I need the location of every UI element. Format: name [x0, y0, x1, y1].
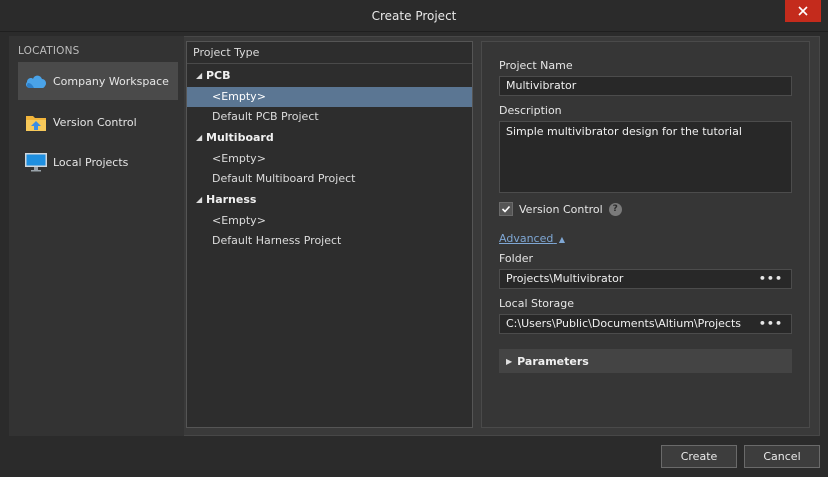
location-label: Version Control	[53, 115, 137, 129]
version-control-checkbox-row[interactable]: Version Control ?	[499, 202, 622, 216]
tree-item-default-harness-project[interactable]: Default Harness Project	[187, 231, 472, 251]
checkmark-icon	[501, 205, 511, 213]
parameters-label: Parameters	[517, 354, 589, 368]
parameters-section-header[interactable]: ▶ Parameters	[499, 349, 792, 373]
tree-group-label: Harness	[206, 193, 257, 206]
description-value: Simple multivibrator design for the tuto…	[506, 125, 742, 138]
expand-triangle-icon[interactable]: ◢	[196, 66, 202, 86]
close-icon	[798, 6, 808, 16]
tree-item-default-multiboard-project[interactable]: Default Multiboard Project	[187, 169, 472, 189]
local-storage-browse-button[interactable]: •••	[759, 315, 783, 333]
folder-value: Projects\Multivibrator	[506, 272, 624, 285]
location-label: Local Projects	[53, 155, 129, 169]
tree-group-harness[interactable]: ◢ Harness	[187, 190, 472, 210]
location-version-control[interactable]: Version Control	[18, 103, 178, 141]
title-bar: Create Project	[0, 0, 828, 32]
expand-arrow-icon: ▶	[506, 356, 513, 366]
description-textarea[interactable]: Simple multivibrator design for the tuto…	[499, 121, 792, 193]
folder-label: Folder	[499, 252, 533, 265]
cancel-button[interactable]: Cancel	[744, 445, 820, 468]
chevron-up-icon: ▲	[558, 235, 565, 244]
window-title: Create Project	[371, 9, 457, 23]
project-type-panel: Project Type ◢ PCB <Empty> Default PCB P…	[186, 41, 473, 428]
advanced-toggle-link[interactable]: Advanced ▲	[499, 232, 565, 245]
locations-sidebar: LOCATIONS Company Workspace Version Cont…	[9, 36, 184, 436]
tree-group-pcb[interactable]: ◢ PCB	[187, 66, 472, 86]
version-control-checkbox[interactable]	[499, 202, 513, 216]
project-properties-panel: Project Name Multivibrator Description S…	[481, 41, 810, 428]
monitor-icon	[23, 150, 49, 174]
project-type-header: Project Type	[187, 42, 472, 64]
tree-item-default-pcb-project[interactable]: Default PCB Project	[187, 107, 472, 127]
help-icon[interactable]: ?	[608, 202, 622, 216]
description-label: Description	[499, 104, 562, 117]
close-button[interactable]	[785, 0, 821, 22]
local-storage-value: C:\Users\Public\Documents\Altium\Project…	[506, 317, 741, 330]
advanced-label: Advanced	[499, 232, 554, 245]
version-control-label: Version Control	[519, 202, 603, 216]
folder-upload-icon	[23, 110, 49, 134]
tree-group-label: Multiboard	[206, 131, 274, 144]
locations-header: LOCATIONS	[18, 45, 80, 57]
location-company-workspace[interactable]: Company Workspace	[18, 62, 178, 100]
tree-item-harness-empty[interactable]: <Empty>	[187, 211, 472, 231]
tree-item-multiboard-empty[interactable]: <Empty>	[187, 149, 472, 169]
local-storage-label: Local Storage	[499, 297, 575, 310]
local-storage-input[interactable]: C:\Users\Public\Documents\Altium\Project…	[499, 314, 792, 334]
tree-item-pcb-empty[interactable]: <Empty>	[187, 87, 472, 107]
project-name-value: Multivibrator	[506, 79, 577, 92]
project-name-input[interactable]: Multivibrator	[499, 76, 792, 96]
cloud-icon	[23, 69, 49, 93]
create-button[interactable]: Create	[661, 445, 737, 468]
expand-triangle-icon[interactable]: ◢	[196, 190, 202, 210]
folder-browse-button[interactable]: •••	[759, 270, 783, 288]
expand-triangle-icon[interactable]: ◢	[196, 128, 202, 148]
tree-group-label: PCB	[206, 69, 231, 82]
folder-input[interactable]: Projects\Multivibrator •••	[499, 269, 792, 289]
tree-group-multiboard[interactable]: ◢ Multiboard	[187, 128, 472, 148]
project-name-label: Project Name	[499, 59, 573, 72]
location-local-projects[interactable]: Local Projects	[18, 143, 178, 181]
location-label: Company Workspace	[53, 74, 169, 88]
